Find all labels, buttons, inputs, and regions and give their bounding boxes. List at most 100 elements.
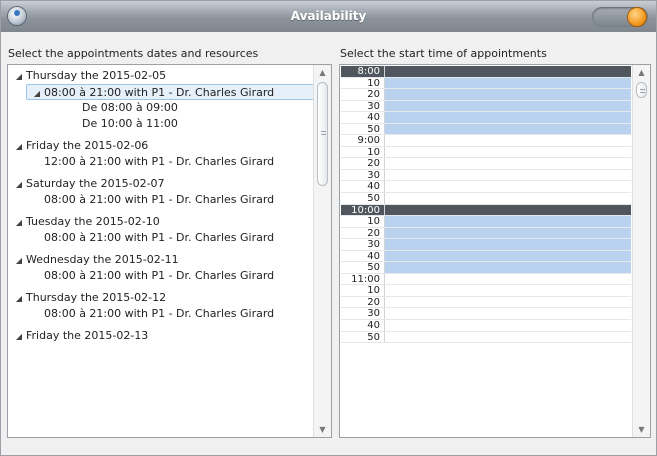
tree-sub-slot[interactable]: De 08:00 à 09:00 bbox=[8, 100, 316, 116]
tree-day-node[interactable]: ◢ Friday the 2015-02-13 bbox=[8, 328, 316, 344]
tree-slot-node[interactable]: 08:00 à 21:00 with P1 - Dr. Charles Gira… bbox=[8, 192, 316, 208]
time-label: 30 bbox=[341, 100, 385, 111]
time-slot[interactable] bbox=[385, 285, 631, 296]
tree-sub-slot[interactable]: De 10:00 à 11:00 bbox=[8, 116, 316, 132]
tree-day-node[interactable]: ◢ Tuesday the 2015-02-10 bbox=[8, 214, 316, 230]
time-slot[interactable] bbox=[385, 147, 631, 158]
scroll-up-icon[interactable]: ▲ bbox=[633, 65, 650, 80]
expand-arrow-icon[interactable]: ◢ bbox=[12, 329, 26, 345]
time-row[interactable]: 40 bbox=[341, 320, 631, 332]
time-row[interactable]: 40 bbox=[341, 250, 631, 263]
tree-day-node[interactable]: ◢ Thursday the 2015-02-05 bbox=[8, 68, 316, 84]
time-slot-available[interactable] bbox=[385, 66, 631, 77]
time-label: 50 bbox=[341, 123, 385, 135]
time-slot-available[interactable] bbox=[385, 262, 631, 273]
tree-day-label: Wednesday the 2015-02-11 bbox=[26, 253, 179, 266]
time-row[interactable]: 10 bbox=[341, 77, 631, 90]
left-scrollbar[interactable]: ▲ ▼ bbox=[313, 65, 331, 437]
tree-slot-node[interactable]: 12:00 à 21:00 with P1 - Dr. Charles Gira… bbox=[8, 154, 316, 170]
expand-arrow-icon[interactable]: ◢ bbox=[12, 215, 26, 231]
time-row[interactable]: 50 bbox=[341, 123, 631, 136]
expand-arrow-icon[interactable]: ◢ bbox=[12, 139, 26, 155]
time-slot[interactable] bbox=[385, 274, 631, 285]
time-label: 50 bbox=[341, 331, 385, 342]
time-row[interactable]: 30 bbox=[341, 100, 631, 113]
time-row[interactable]: 30 bbox=[341, 239, 631, 251]
time-label: 30 bbox=[341, 169, 385, 181]
time-row[interactable]: 20 bbox=[341, 158, 631, 170]
dates-resources-tree[interactable]: ◢ Thursday the 2015-02-05 ◢ 08:00 à 21:00 w… bbox=[7, 64, 332, 438]
time-slot-available[interactable] bbox=[385, 216, 631, 227]
time-slot-available[interactable] bbox=[385, 227, 631, 239]
time-slot[interactable] bbox=[385, 320, 631, 331]
tree-day-node[interactable]: ◢ Thursday the 2015-02-12 bbox=[8, 290, 316, 306]
time-row[interactable]: 50 bbox=[341, 331, 631, 344]
toggle-knob-icon bbox=[628, 8, 646, 26]
time-row[interactable]: 11:00 bbox=[341, 273, 631, 286]
tree-slot-node[interactable]: 08:00 à 21:00 with P1 - Dr. Charles Gira… bbox=[8, 306, 316, 322]
time-label: 30 bbox=[341, 308, 385, 319]
tree-list: ◢ Thursday the 2015-02-05 ◢ 08:00 à 21:00 w… bbox=[8, 65, 316, 344]
time-slot[interactable] bbox=[385, 332, 631, 343]
time-row[interactable]: 10 bbox=[341, 285, 631, 297]
time-label: 9:00 bbox=[341, 135, 385, 146]
scroll-thumb[interactable] bbox=[636, 82, 647, 98]
scroll-up-icon[interactable]: ▲ bbox=[314, 65, 331, 80]
time-row[interactable]: 10:00 bbox=[341, 204, 631, 217]
scroll-thumb[interactable] bbox=[317, 82, 328, 186]
time-slot-available[interactable] bbox=[385, 250, 631, 262]
time-row[interactable]: 20 bbox=[341, 89, 631, 101]
grip-line-icon bbox=[640, 92, 645, 93]
time-row[interactable]: 20 bbox=[341, 296, 631, 309]
time-slot-available[interactable] bbox=[385, 100, 631, 112]
start-time-grid[interactable]: 8:00 10 20 30 40 50 9:00 10 20 30 40 50 10:00 10 20 30 4… bbox=[339, 64, 651, 438]
time-slot[interactable] bbox=[385, 135, 631, 146]
time-row[interactable]: 10 bbox=[341, 146, 631, 159]
right-scrollbar[interactable]: ▲ ▼ bbox=[632, 65, 650, 437]
tree-slot-label: 08:00 à 21:00 with P1 - Dr. Charles Gira… bbox=[44, 231, 275, 244]
time-row[interactable]: 9:00 bbox=[341, 135, 631, 147]
expand-arrow-icon[interactable]: ◢ bbox=[12, 177, 26, 193]
tree-slot-node[interactable]: 08:00 à 21:00 with P1 - Dr. Charles Gira… bbox=[8, 230, 316, 246]
time-row[interactable]: 8:00 bbox=[341, 66, 631, 78]
time-label: 20 bbox=[341, 158, 385, 169]
time-slot-available[interactable] bbox=[385, 77, 631, 89]
time-slot-available[interactable] bbox=[385, 112, 631, 123]
time-slot-available[interactable] bbox=[385, 89, 631, 100]
time-row[interactable]: 40 bbox=[341, 181, 631, 194]
tree-slot-label: 12:00 à 21:00 with P1 - Dr. Charles Gira… bbox=[44, 155, 275, 168]
time-slot[interactable] bbox=[385, 193, 631, 204]
time-slot-available[interactable] bbox=[385, 204, 631, 216]
time-slot-available[interactable] bbox=[385, 239, 631, 250]
tree-day-node[interactable]: ◢ Friday the 2015-02-06 bbox=[8, 138, 316, 154]
time-slot[interactable] bbox=[385, 158, 631, 169]
scroll-down-icon[interactable]: ▼ bbox=[633, 422, 650, 437]
time-slot-available[interactable] bbox=[385, 123, 631, 135]
time-row[interactable]: 50 bbox=[341, 262, 631, 274]
time-row[interactable]: 10 bbox=[341, 216, 631, 228]
window-toggle-button[interactable] bbox=[592, 7, 648, 27]
time-row[interactable]: 30 bbox=[341, 308, 631, 321]
time-label: 10 bbox=[341, 285, 385, 296]
time-slot[interactable] bbox=[385, 308, 631, 319]
tree-slot-node[interactable]: 08:00 à 21:00 with P1 - Dr. Charles Gira… bbox=[8, 268, 316, 284]
tree-day-node[interactable]: ◢ Saturday the 2015-02-07 bbox=[8, 176, 316, 192]
time-row[interactable]: 40 bbox=[341, 112, 631, 124]
time-slot[interactable] bbox=[385, 297, 631, 308]
tree-day-label: Friday the 2015-02-06 bbox=[26, 139, 149, 152]
tree-slot-node[interactable]: ◢ 08:00 à 21:00 with P1 - Dr. Charles Gir… bbox=[26, 84, 316, 100]
time-row[interactable]: 50 bbox=[341, 193, 631, 205]
time-row[interactable]: 30 bbox=[341, 169, 631, 182]
time-slot[interactable] bbox=[385, 181, 631, 192]
expand-arrow-icon[interactable]: ◢ bbox=[12, 69, 26, 85]
tree-slot-label: 08:00 à 21:00 with P1 - Dr. Charles Gira… bbox=[44, 86, 275, 99]
tree-day-node[interactable]: ◢ Wednesday the 2015-02-11 bbox=[8, 252, 316, 268]
expand-arrow-icon[interactable]: ◢ bbox=[12, 253, 26, 269]
expand-arrow-icon[interactable]: ◢ bbox=[12, 291, 26, 307]
time-slot[interactable] bbox=[385, 170, 631, 181]
time-label: 10:00 bbox=[341, 204, 385, 215]
time-label: 10 bbox=[341, 77, 385, 88]
time-row[interactable]: 20 bbox=[341, 227, 631, 240]
scroll-down-icon[interactable]: ▼ bbox=[314, 422, 331, 437]
tree-day-label: Tuesday the 2015-02-10 bbox=[26, 215, 160, 228]
